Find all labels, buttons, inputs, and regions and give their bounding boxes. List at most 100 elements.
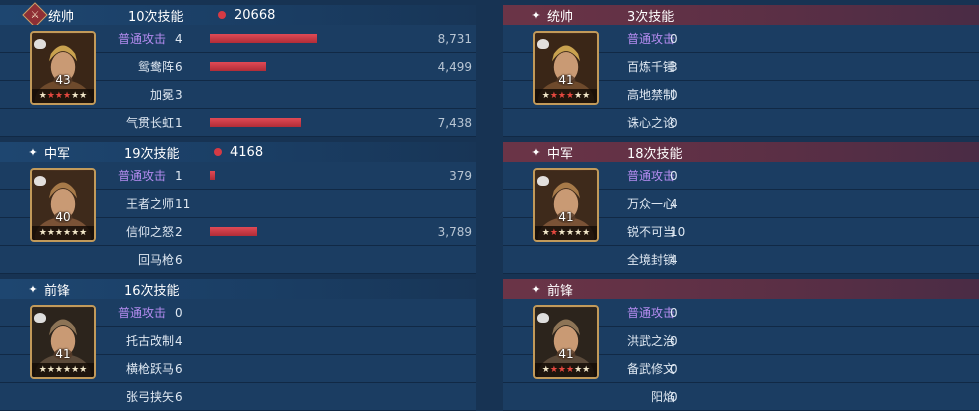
cloud-tag-icon [34, 39, 46, 49]
cloud-tag-icon [537, 176, 549, 186]
damage-total: 20668 [234, 7, 276, 23]
star-icon: ★ [63, 228, 72, 238]
star-icon: ★ [566, 365, 575, 375]
cloud-tag-icon [34, 176, 46, 186]
skill-name: 张弓挟矢 [125, 390, 174, 404]
skill-use-count: 3 [670, 59, 678, 74]
skill-name: 普通攻击 [626, 32, 675, 46]
damage-dot-icon [218, 11, 226, 19]
star-icon: ★ [38, 365, 47, 375]
star-icon: ★ [574, 228, 583, 238]
hero-level: 40 [55, 210, 71, 224]
star-icon: ★ [574, 91, 583, 101]
skill-use-count: 1 [175, 168, 183, 183]
cloud-tag-icon [34, 313, 46, 323]
role-name: 中军 [44, 146, 71, 162]
skill-name: 万众一心 [626, 197, 675, 211]
sparkle-icon: ✦ [531, 145, 541, 159]
skill-use-count: 0 [670, 168, 678, 183]
skill-use-count: 4 [175, 31, 183, 46]
damage-bar [210, 227, 257, 236]
star-icon: ★ [63, 365, 72, 375]
star-icon: ★ [549, 91, 558, 101]
star-icon: ★ [541, 228, 550, 238]
hero-avatar[interactable]: 40 ★★★★★★ [30, 168, 96, 242]
star-icon: ★ [79, 365, 88, 375]
skill-name: 王者之师 [125, 197, 174, 211]
skill-count: 19次技能 [124, 146, 180, 162]
skill-use-count: 4 [175, 333, 183, 348]
star-icon: ★ [79, 91, 88, 101]
hero-level: 41 [558, 73, 574, 87]
skill-count: 10次技能 [128, 9, 184, 25]
skill-row: 诛心之论 0 [503, 109, 979, 137]
hero-avatar[interactable]: 41 ★★★★★★ [533, 31, 599, 105]
skill-use-count: 0 [670, 31, 678, 46]
section-center: ✦ 中军 18次技能 普通攻击 0 万众一心 4 锐不可当 10 全境封锁 4 41 ★★★★★★ [503, 137, 979, 274]
hero-level: 41 [558, 210, 574, 224]
damage-total: 4168 [230, 144, 264, 160]
skill-use-count: 1 [175, 115, 183, 130]
star-icon: ★ [71, 228, 80, 238]
skill-use-count: 3 [175, 87, 183, 102]
skill-damage: 379 [449, 168, 472, 183]
star-rating: ★★★★★★ [32, 226, 94, 240]
skill-use-count: 6 [175, 361, 183, 376]
skill-count: 16次技能 [124, 283, 180, 299]
skill-row: 气贯长虹 1 7,438 [0, 109, 476, 137]
sparkle-icon: ✦ [28, 145, 38, 159]
cloud-tag-icon [537, 313, 549, 323]
skill-use-count: 4 [670, 196, 678, 211]
star-rating: ★★★★★★ [535, 363, 597, 377]
skill-name: 鸳鸯阵 [137, 60, 174, 74]
skill-use-count: 10 [670, 224, 686, 239]
hero-avatar[interactable]: 41 ★★★★★★ [533, 168, 599, 242]
skill-use-count: 6 [175, 59, 183, 74]
skill-use-count: 6 [175, 389, 183, 404]
skill-use-count: 0 [670, 305, 678, 320]
skill-row: 全境封锁 4 [503, 246, 979, 274]
section-header: ✦ 前锋 16次技能 [0, 279, 476, 299]
star-icon: ★ [574, 365, 583, 375]
star-icon: ★ [79, 228, 88, 238]
skill-name: 备武修文 [626, 362, 675, 376]
star-icon: ★ [54, 228, 63, 238]
skill-name: 托古改制 [125, 334, 174, 348]
star-icon: ★ [71, 91, 80, 101]
skill-damage: 8,731 [437, 31, 472, 46]
section-vanguard: ✦ 前锋 普通攻击 0 洪武之治 0 备武修文 0 阳焰 0 41 ★★★★★★ [503, 274, 979, 411]
hero-avatar[interactable]: 43 ★★★★★★ [30, 31, 96, 105]
damage-bar [210, 34, 317, 43]
skill-name: 洪武之治 [626, 334, 675, 348]
section-header: ✦ 统帅 3次技能 [503, 5, 979, 25]
star-icon: ★ [541, 91, 550, 101]
sparkle-icon: ✦ [531, 282, 541, 296]
section-center: ✦ 中军 19次技能 4168 普通攻击 1 379 王者之师 11 信仰之怒 2 3,789 回马枪 6… [0, 137, 476, 274]
section-header: ✦ 中军 18次技能 [503, 142, 979, 162]
damage-bar [210, 171, 215, 180]
damage-dot-icon [214, 148, 222, 156]
skill-name: 普通攻击 [626, 169, 675, 183]
section-header: ✦ 前锋 [503, 279, 979, 299]
star-icon: ★ [71, 365, 80, 375]
star-icon: ★ [557, 228, 566, 238]
star-icon: ★ [582, 228, 591, 238]
star-icon: ★ [46, 228, 55, 238]
skill-name: 阳焰 [650, 390, 675, 404]
star-icon: ★ [38, 91, 47, 101]
commander-badge-icon: ⚔ [22, 2, 48, 28]
hero-avatar[interactable]: 41 ★★★★★★ [30, 305, 96, 379]
star-icon: ★ [566, 228, 575, 238]
skill-use-count: 2 [175, 224, 183, 239]
skill-name: 普通攻击 [626, 306, 675, 320]
section-commander: ✦ 统帅 3次技能 普通攻击 0 百炼千锤 3 高地禁制 0 诛心之论 0 41 ★★★★★★ [503, 0, 979, 137]
star-rating: ★★★★★★ [535, 226, 597, 240]
skill-name: 信仰之怒 [125, 225, 174, 239]
star-icon: ★ [38, 228, 47, 238]
skill-use-count: 4 [670, 252, 678, 267]
skill-name: 百炼千锤 [626, 60, 675, 74]
section-header: ✦ 中军 19次技能 4168 [0, 142, 476, 162]
hero-avatar[interactable]: 41 ★★★★★★ [533, 305, 599, 379]
sparkle-icon: ✦ [531, 8, 541, 22]
star-icon: ★ [63, 91, 72, 101]
